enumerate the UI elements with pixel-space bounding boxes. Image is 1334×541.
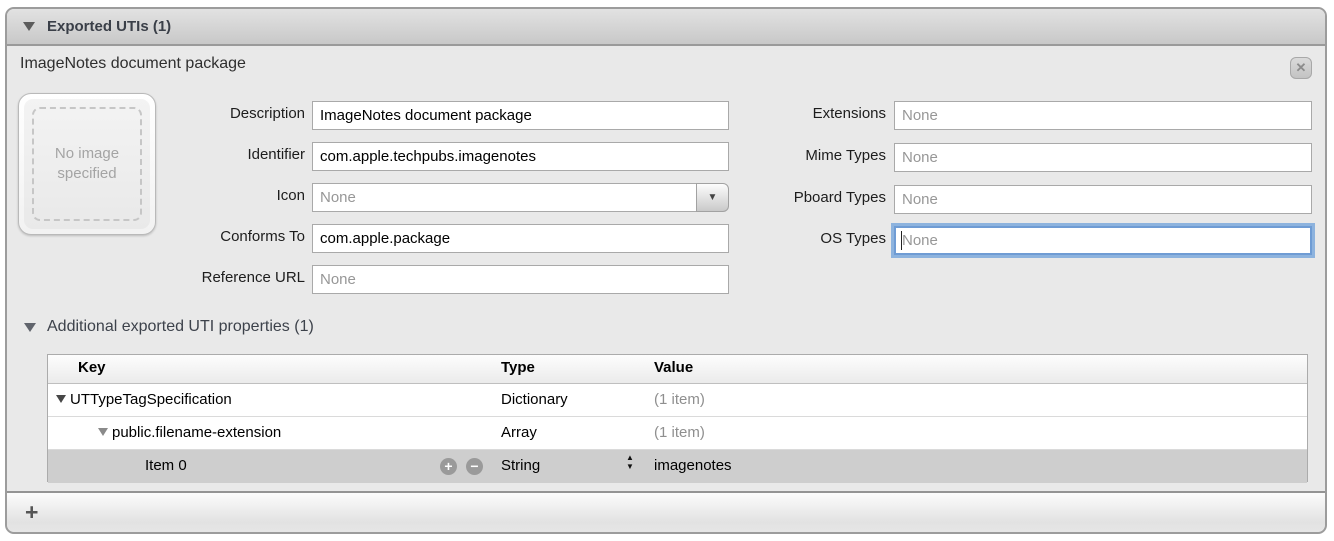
conforms-to-input[interactable]	[312, 224, 729, 253]
column-header-value: Value	[654, 359, 693, 376]
table-row[interactable]: public.filename-extension Array (1 item)	[48, 417, 1307, 450]
disclosure-triangle-icon[interactable]	[24, 323, 36, 332]
table-header: Key Type Value	[48, 355, 1307, 384]
exported-utis-panel: Exported UTIs (1) ImageNotes document pa…	[5, 7, 1327, 534]
conforms-to-label: Conforms To	[127, 228, 305, 245]
pboard-types-input[interactable]	[894, 185, 1312, 214]
column-header-key: Key	[78, 359, 106, 376]
row-type: String	[501, 457, 540, 474]
disclosure-triangle-icon[interactable]	[23, 22, 35, 31]
group-header-title: Exported UTIs (1)	[47, 18, 171, 35]
description-input[interactable]	[312, 101, 729, 130]
add-uti-button[interactable]: +	[25, 501, 38, 524]
table-row[interactable]: UTTypeTagSpecification Dictionary (1 ite…	[48, 384, 1307, 417]
uti-title: ImageNotes document package	[20, 55, 246, 73]
row-key: Item 0	[145, 457, 187, 474]
disclosure-triangle-icon[interactable]	[56, 395, 66, 403]
exported-utis-group-header[interactable]: Exported UTIs (1)	[7, 9, 1325, 46]
row-value: (1 item)	[654, 391, 705, 408]
additional-properties-title: Additional exported UTI properties (1)	[47, 318, 314, 336]
extensions-input[interactable]	[894, 101, 1312, 130]
remove-row-button[interactable]: −	[466, 458, 483, 475]
mime-types-input[interactable]	[894, 143, 1312, 172]
reference-url-input[interactable]	[312, 265, 729, 294]
mime-types-label: Mime Types	[727, 147, 886, 164]
description-label: Description	[127, 105, 305, 122]
row-key: public.filename-extension	[112, 424, 281, 441]
os-types-input[interactable]	[894, 226, 1312, 255]
remove-uti-button[interactable]: ✕	[1290, 57, 1312, 79]
row-type: Array	[501, 424, 537, 441]
pboard-types-label: Pboard Types	[727, 189, 886, 206]
row-value: imagenotes	[654, 457, 732, 474]
icon-combo-input[interactable]	[312, 183, 696, 212]
table-row-selected[interactable]: Item 0 + − String ▲ ▼ imagenotes	[48, 450, 1307, 483]
row-value: (1 item)	[654, 424, 705, 441]
image-well-placeholder: No image specified	[53, 144, 121, 185]
identifier-input[interactable]	[312, 142, 729, 171]
panel-footer: +	[7, 491, 1325, 532]
identifier-label: Identifier	[127, 146, 305, 163]
chevron-down-icon: ▼	[708, 192, 718, 203]
reference-url-label: Reference URL	[127, 269, 305, 286]
add-row-button[interactable]: +	[440, 458, 457, 475]
minus-icon: −	[470, 458, 478, 474]
icon-combo-dropdown-button[interactable]: ▼	[696, 183, 729, 212]
plus-icon: +	[444, 458, 452, 474]
os-types-label: OS Types	[727, 230, 886, 247]
image-well-dashed-border: No image specified	[32, 107, 142, 221]
type-stepper[interactable]: ▲ ▼	[624, 454, 636, 472]
text-cursor	[901, 231, 902, 250]
stepper-down-icon: ▼	[626, 463, 634, 472]
additional-properties-header[interactable]: Additional exported UTI properties (1)	[24, 318, 314, 336]
icon-label: Icon	[127, 187, 305, 204]
extensions-label: Extensions	[727, 105, 886, 122]
disclosure-triangle-icon[interactable]	[98, 428, 108, 436]
close-icon: ✕	[1296, 60, 1307, 76]
row-key: UTTypeTagSpecification	[70, 391, 232, 408]
column-header-type: Type	[501, 359, 535, 376]
properties-table: Key Type Value UTTypeTagSpecification Di…	[47, 354, 1308, 482]
row-type: Dictionary	[501, 391, 568, 408]
